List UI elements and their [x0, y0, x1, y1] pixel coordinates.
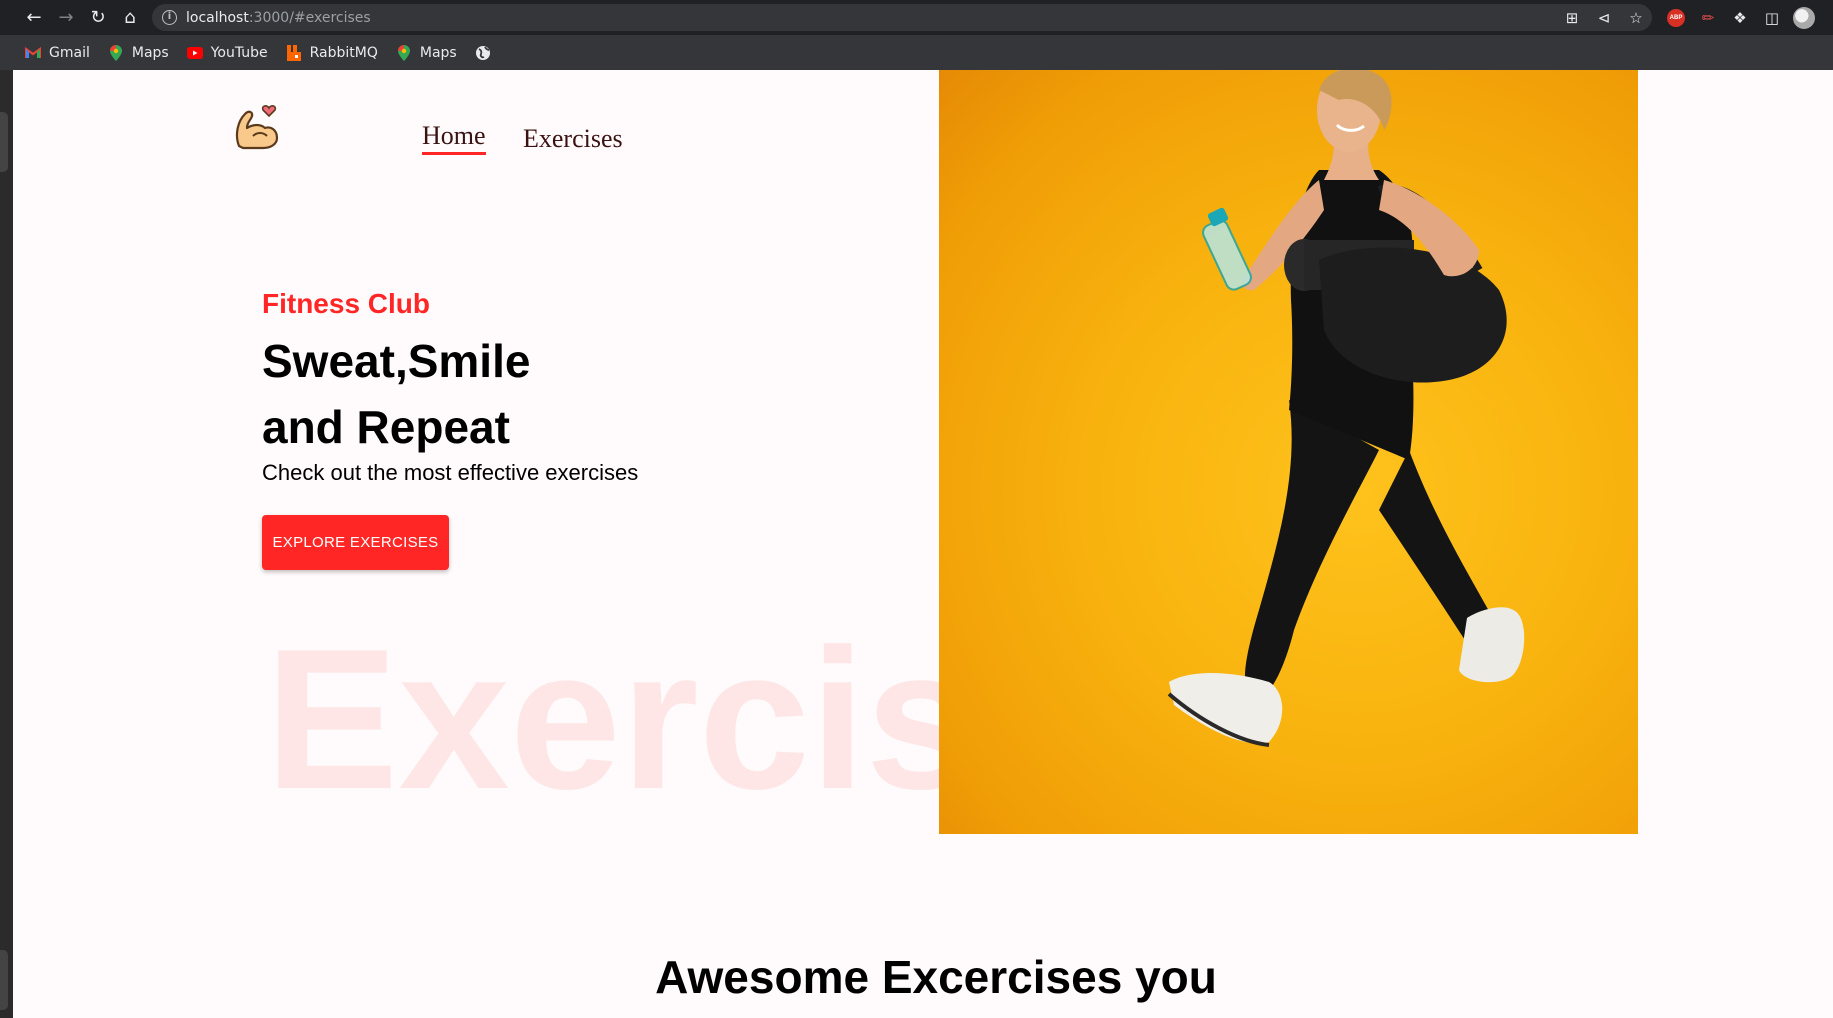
profile-avatar-icon[interactable]	[1788, 2, 1820, 34]
site-info-icon[interactable]: i	[162, 10, 177, 25]
hero-subtitle: Fitness Club	[262, 288, 431, 319]
web-page: Home Exercises Exercise Fitness Club Swe…	[13, 70, 1833, 1018]
bookmark-maps[interactable]: Maps	[108, 44, 169, 61]
pen-extension-icon[interactable]: ✏	[1692, 2, 1724, 34]
hero-headline-line1: Sweat,Smile	[262, 335, 531, 387]
gmail-icon	[25, 45, 41, 61]
maps-pin-icon	[396, 44, 412, 61]
section-title: Awesome Excercises you	[655, 951, 1217, 1003]
back-icon[interactable]: ←	[18, 2, 50, 34]
adblock-icon[interactable]: ABP	[1660, 2, 1692, 34]
bookmark-youtube[interactable]: YouTube	[186, 45, 268, 61]
hero-tagline: Check out the most effective exercises	[262, 460, 639, 485]
left-window-edge	[0, 70, 13, 1018]
url-text[interactable]: localhost:3000/#exercises	[186, 10, 371, 26]
extensions-area: ABP ✏ ❖ ◫	[1660, 0, 1820, 35]
nav-home-link[interactable]: Home	[422, 121, 486, 155]
bookmark-rabbitmq[interactable]: RabbitMQ	[286, 44, 378, 61]
bookmark-gmail[interactable]: Gmail	[25, 45, 90, 61]
bookmark-globe[interactable]	[475, 45, 499, 61]
share-icon[interactable]: ⊲	[1588, 4, 1620, 31]
explore-exercises-button[interactable]: EXPLORE EXERCISES	[262, 515, 449, 570]
extensions-puzzle-icon[interactable]: ❖	[1724, 2, 1756, 34]
globe-icon	[475, 45, 491, 61]
browser-toolbar: ← → ↻ ⌂ i localhost:3000/#exercises ⊞ ⊲ …	[0, 0, 1833, 35]
hero-banner-image	[939, 70, 1638, 834]
bookmark-star-icon[interactable]: ☆	[1620, 4, 1652, 31]
flexed-arm-logo-icon[interactable]	[231, 100, 283, 152]
forward-icon[interactable]: →	[50, 2, 82, 34]
bookmark-maps-2[interactable]: Maps	[396, 44, 457, 61]
nav-exercises-link[interactable]: Exercises	[523, 124, 623, 154]
rabbitmq-icon	[286, 44, 302, 61]
hero-headline: Sweat,Smile and Repeat	[262, 328, 762, 460]
youtube-icon	[186, 45, 203, 61]
reload-icon[interactable]: ↻	[82, 2, 114, 34]
install-app-icon[interactable]: ⊞	[1556, 4, 1588, 31]
bookmarks-bar: Gmail Maps YouTube RabbitMQ Maps	[0, 35, 1833, 70]
side-panel-icon[interactable]: ◫	[1756, 2, 1788, 34]
hero-headline-line2: and Repeat	[262, 401, 510, 453]
address-bar[interactable]: i localhost:3000/#exercises ⊞ ⊲ ☆	[152, 4, 1652, 31]
home-icon[interactable]: ⌂	[114, 2, 146, 34]
maps-pin-icon	[108, 44, 124, 61]
